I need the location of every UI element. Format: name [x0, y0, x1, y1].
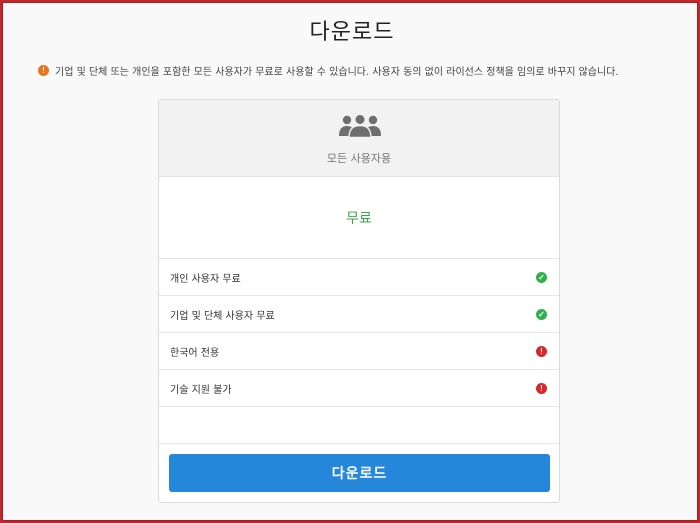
plan-header: 모든 사용자용: [159, 100, 559, 177]
feature-label: 기술 지원 불가: [170, 384, 232, 396]
feature-label: 한국어 전용: [170, 347, 220, 359]
page-frame: 다운로드 ! 기업 및 단체 또는 개인을 포함한 모든 사용자가 무료로 사용…: [0, 0, 700, 523]
price-box: 무료: [159, 177, 559, 259]
page-title: 다운로드: [309, 20, 395, 45]
check-icon: ✓: [536, 271, 547, 283]
exclamation-icon: !: [536, 345, 547, 357]
plan-price: 무료: [346, 210, 372, 227]
feature-row: 기업 및 단체 사용자 무료 ✓: [159, 296, 559, 333]
license-notice-text: 기업 및 단체 또는 개인을 포함한 모든 사용자가 무료로 사용할 수 있습니…: [55, 67, 619, 78]
exclamation-icon: !: [536, 382, 547, 394]
exclamation-icon: !: [38, 65, 49, 76]
feature-label: 기업 및 단체 사용자 무료: [170, 310, 275, 322]
feature-row: 개인 사용자 무료 ✓: [159, 259, 559, 296]
users-group-icon: [339, 114, 381, 138]
license-notice: ! 기업 및 단체 또는 개인을 포함한 모든 사용자가 무료로 사용할 수 있…: [38, 63, 688, 78]
plan-name: 모든 사용자용: [326, 152, 392, 165]
check-icon: ✓: [536, 308, 547, 320]
plan-card: 모든 사용자용 무료 개인 사용자 무료 ✓ 기업 및 단체 사용자 무료 ✓ …: [158, 99, 560, 503]
button-area: 다운로드: [159, 444, 559, 492]
feature-row: 한국어 전용 !: [159, 333, 559, 370]
feature-row: 기술 지원 불가 !: [159, 370, 559, 407]
download-button[interactable]: 다운로드: [169, 454, 550, 492]
feature-label: 개인 사용자 무료: [170, 273, 241, 285]
empty-feature-row: [159, 407, 559, 444]
